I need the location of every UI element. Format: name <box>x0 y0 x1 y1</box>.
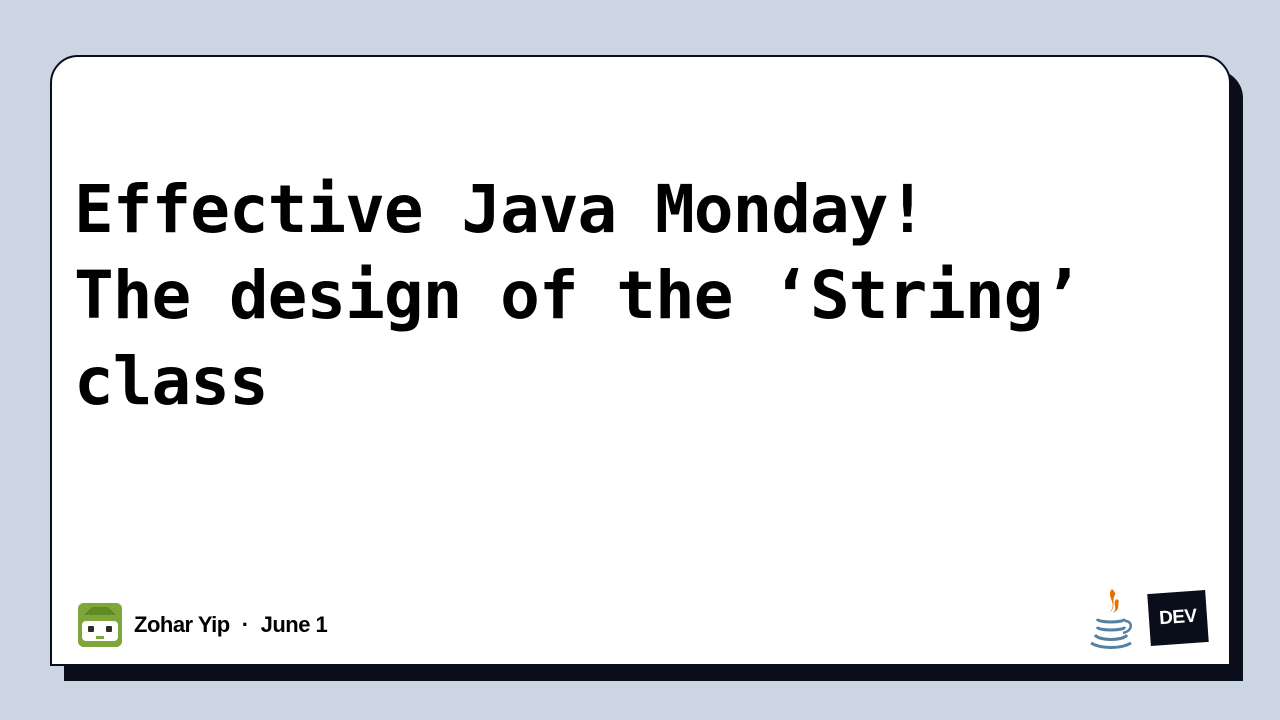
author-name[interactable]: Zohar Yip <box>134 612 230 638</box>
post-date: June 1 <box>260 612 328 637</box>
robot-avatar-icon <box>78 603 122 647</box>
title-line-2: The design of the ‘String’ <box>74 257 1082 334</box>
meta-separator: · <box>241 612 249 637</box>
java-icon[interactable] <box>1085 585 1135 651</box>
title-line-1: Effective Java Monday! <box>74 171 927 248</box>
dev-logo[interactable]: DEV <box>1147 590 1209 646</box>
social-card-stage: Effective Java Monday! The design of the… <box>0 0 1280 720</box>
post-meta: Zohar Yip · June 1 <box>134 612 328 638</box>
logos: DEV <box>1085 585 1209 651</box>
post-card[interactable]: Effective Java Monday! The design of the… <box>50 55 1231 666</box>
title-line-3: class <box>74 343 269 420</box>
author-avatar[interactable] <box>78 603 122 647</box>
post-title[interactable]: Effective Java Monday! The design of the… <box>74 167 1194 425</box>
post-footer: Zohar Yip · June 1 <box>78 601 328 649</box>
